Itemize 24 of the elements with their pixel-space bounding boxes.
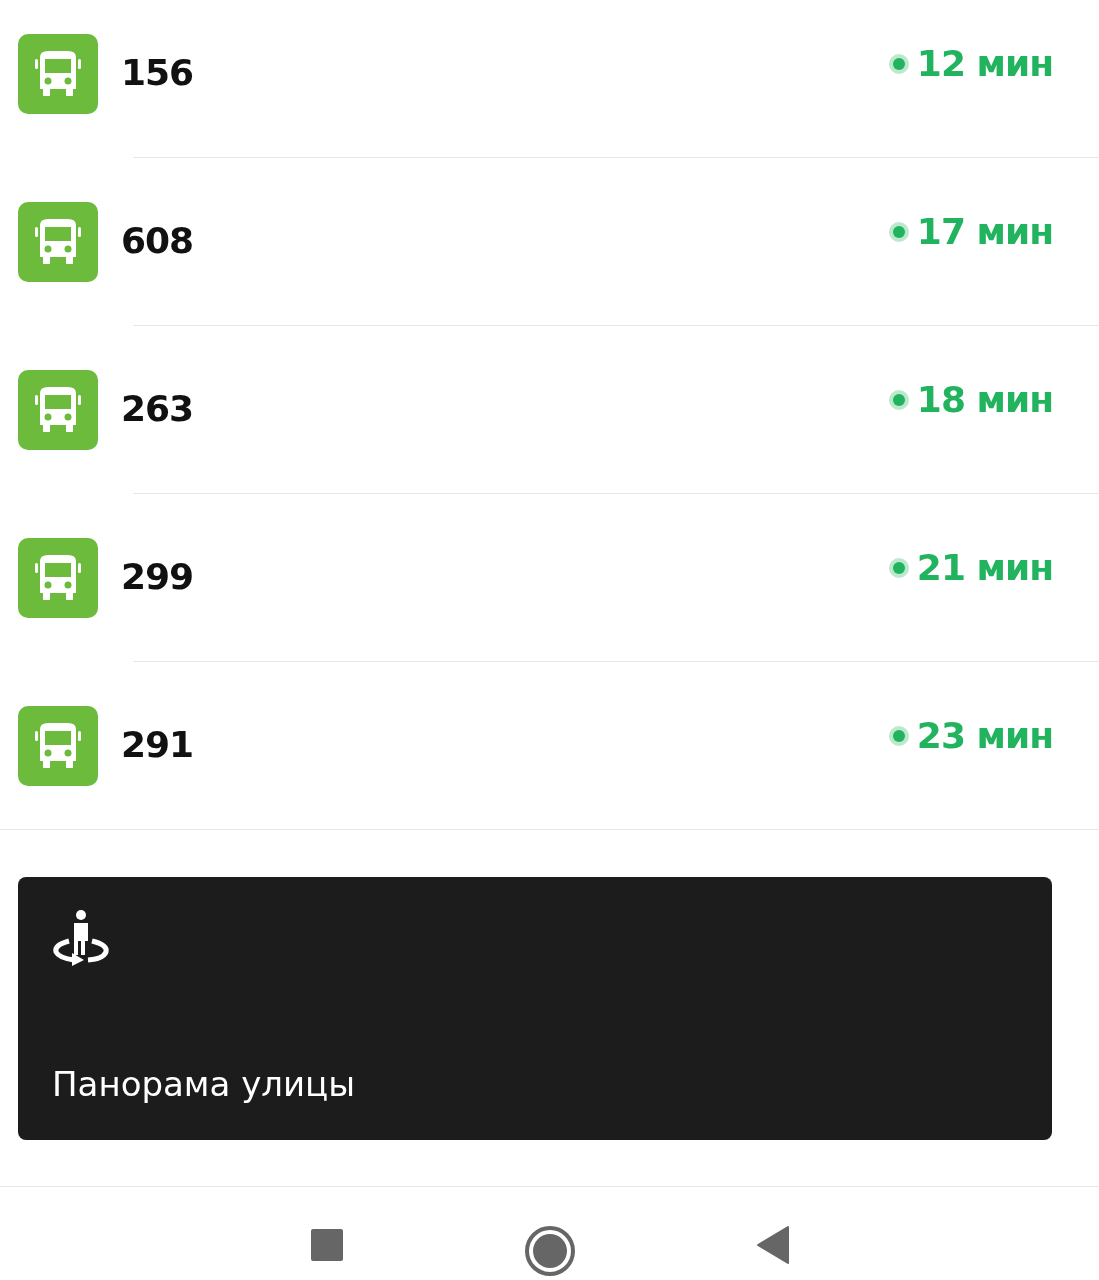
route-row[interactable]: 299 21 мин (0, 494, 1099, 662)
route-number: 608 (121, 223, 194, 259)
route-row[interactable]: 291 23 мин (0, 662, 1099, 830)
route-number: 291 (121, 727, 194, 763)
route-row[interactable]: 608 17 мин (0, 158, 1099, 326)
arrival-time: 23 мин (916, 718, 1053, 754)
route-number: 299 (121, 559, 194, 595)
arrival-time: 21 мин (916, 550, 1053, 586)
bus-icon (34, 385, 82, 435)
bus-icon (34, 553, 82, 603)
bus-icon (34, 217, 82, 267)
bus-icon (34, 49, 82, 99)
arrival-time: 17 мин (916, 214, 1053, 250)
panorama-card[interactable]: Панорама улицы (18, 877, 1052, 1140)
home-button[interactable] (523, 1225, 576, 1279)
route-row[interactable]: 263 18 мин (0, 326, 1099, 494)
card-title: Панорама улицы (52, 1064, 356, 1104)
bus-icon (34, 721, 82, 771)
arrival-time: 18 мин (916, 382, 1053, 418)
route-row[interactable]: 156 12 мин (0, 0, 1099, 158)
street-view-icon (52, 909, 112, 967)
route-number: 263 (121, 391, 194, 427)
arrival-time: 12 мин (916, 46, 1053, 82)
route-number: 156 (121, 55, 194, 91)
